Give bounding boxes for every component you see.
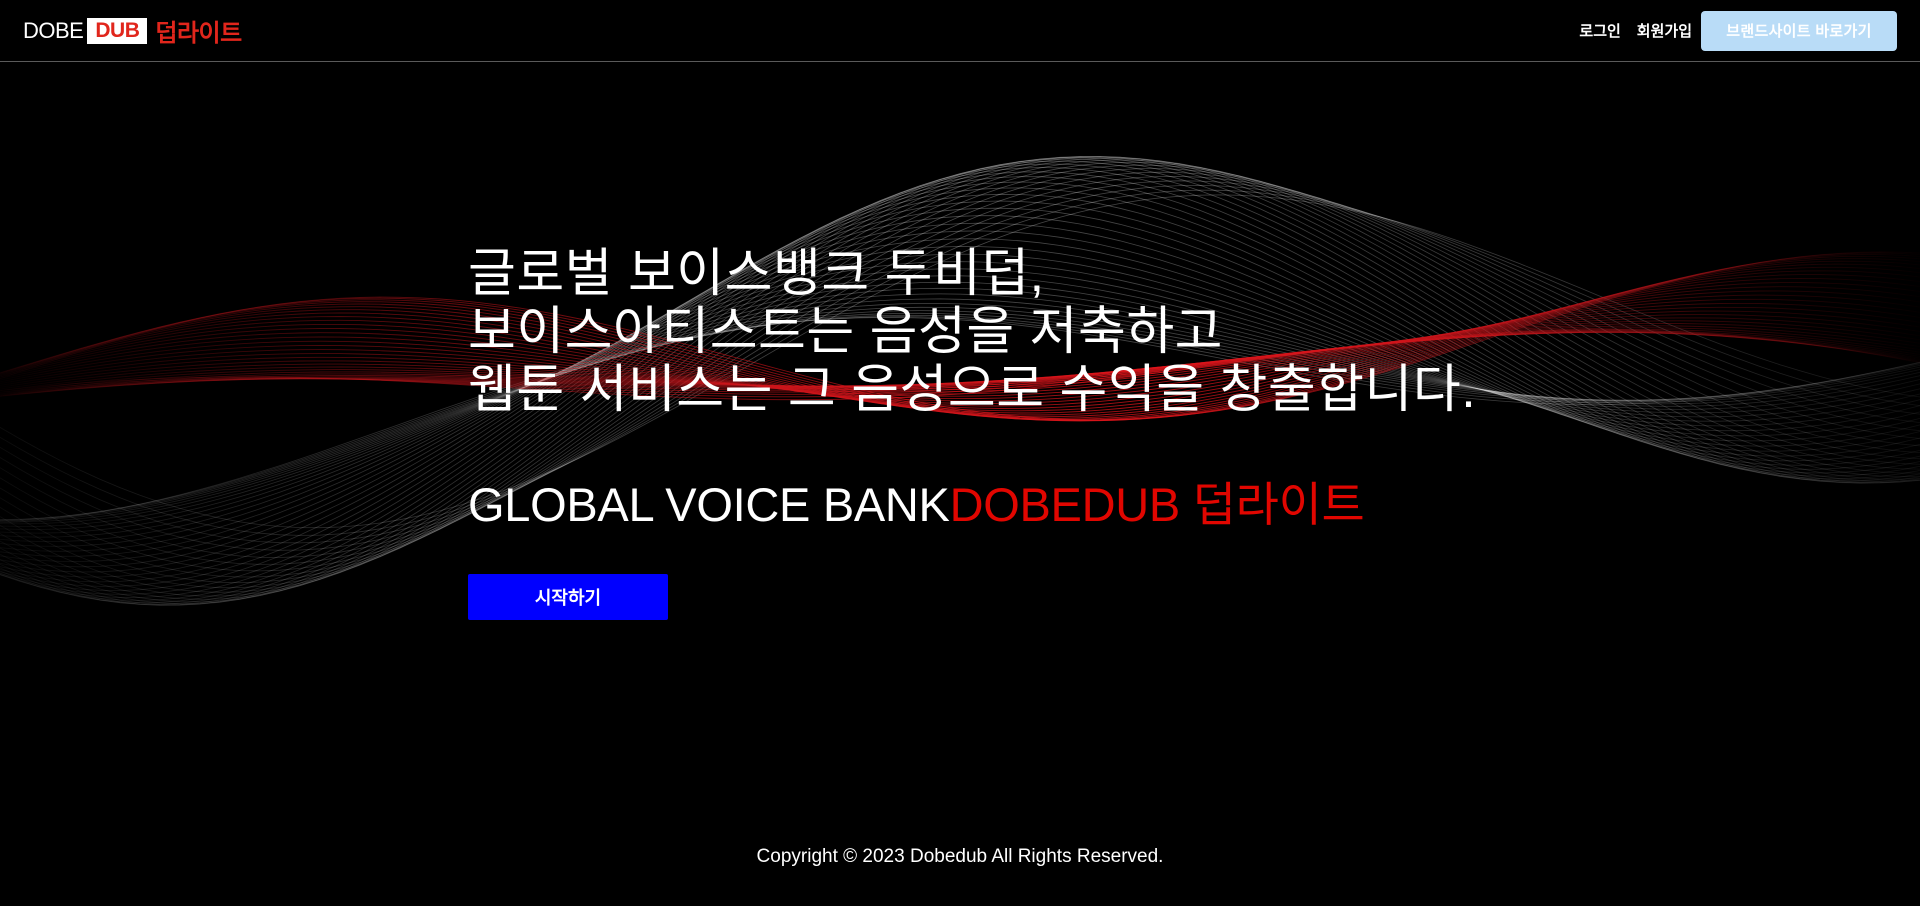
hero-line-3: 웹툰 서비스는 그 음성으로 수익을 창출합니다. [468,361,1477,419]
signup-link[interactable]: 회원가입 [1637,20,1692,41]
hero-headline: 글로벌 보이스뱅크 두비덥, 보이스아티스트는 음성을 저축하고 웹툰 서비스는… [468,245,1476,419]
start-button[interactable]: 시작하기 [468,574,668,620]
hero-subtitle-english: GLOBAL VOICE BANK [468,478,950,531]
header-nav: 로그인 회원가입 브랜드사이트 바로가기 [1563,0,1897,62]
logo-text-korean: 덥라이트 [155,20,242,47]
hero-subtitle: GLOBAL VOICE BANKDOBEDUB 덥라이트 [468,475,1365,535]
hero-line-1: 글로벌 보이스뱅크 두비덥, [468,245,1045,303]
hero-line-2: 보이스아티스트는 음성을 저축하고 [468,303,1223,361]
hero-subtitle-brand: DOBEDUB 덥라이트 [949,478,1365,531]
logo-text-dub: DUB [87,17,148,44]
page: DOBE DUB 덥라이트 로그인 회원가입 브랜드사이트 바로가기 글로벌 보… [0,0,1920,906]
brand-site-button[interactable]: 브랜드사이트 바로가기 [1701,10,1897,51]
top-header: DOBE DUB 덥라이트 로그인 회원가입 브랜드사이트 바로가기 [0,0,1920,62]
logo-text-dobe: DOBE [23,17,84,43]
footer-copyright: Copyright © 2023 Dobedub All Rights Rese… [756,846,1164,867]
logo[interactable]: DOBE DUB 덥라이트 [23,16,242,47]
login-link[interactable]: 로그인 [1579,20,1620,41]
